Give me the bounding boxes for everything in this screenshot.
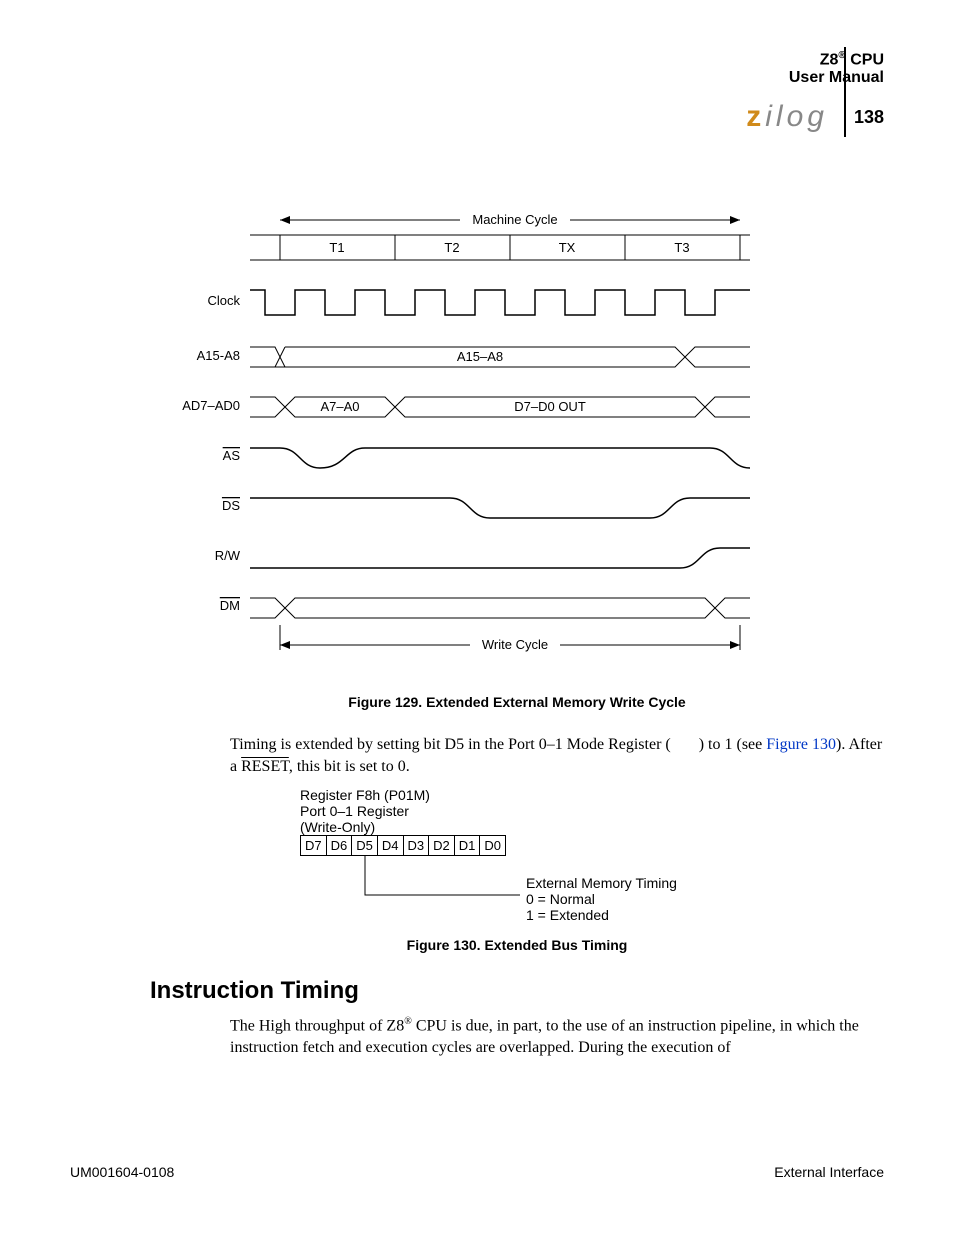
footer-left: UM001604-0108 [70, 1164, 174, 1180]
as-label: AS [223, 448, 241, 463]
desc-line2: 0 = Normal [526, 891, 677, 907]
reg-line3: (Write-Only) [300, 819, 884, 835]
para2-t1: The High throughput of Z8 [230, 1018, 404, 1035]
reg-line1: Register F8h (P01M) [300, 787, 884, 803]
ad-second-label: D7–D0 OUT [514, 399, 586, 414]
register-diagram: Register F8h (P01M) Port 0–1 Register (W… [300, 787, 884, 923]
ad7ad0-label: AD7–AD0 [182, 398, 240, 413]
bit-leader-line [300, 855, 530, 905]
footer-right: External Interface [774, 1164, 884, 1180]
timing-extended-paragraph: Timing is extended by setting bit D5 in … [230, 734, 884, 777]
product-prefix: Z8 [820, 51, 839, 68]
figure-129-caption: Figure 129. Extended External Memory Wri… [150, 694, 884, 710]
rw-label: R/W [215, 548, 241, 563]
section-heading: Instruction Timing [150, 977, 884, 1005]
machine-cycle-label: Machine Cycle [472, 212, 557, 227]
para1-t1: Timing is extended by setting bit D5 in … [230, 736, 671, 753]
header-divider [844, 47, 846, 137]
t2-label: T2 [444, 240, 459, 255]
para2-reg-mark: ® [404, 1016, 412, 1027]
bit-d3: D3 [403, 836, 429, 856]
t1-label: T1 [329, 240, 344, 255]
desc-line1: External Memory Timing [526, 875, 677, 891]
bit-table: D7 D6 D5 D4 D3 D2 D1 D0 [300, 835, 506, 856]
ad-first-label: A7–A0 [320, 399, 359, 414]
doc-subtitle: User Manual [746, 69, 884, 87]
product-suffix: CPU [846, 51, 884, 68]
a15a8-mid-label: A15–A8 [457, 349, 503, 364]
bit-d2: D2 [429, 836, 455, 856]
page-number: 138 [854, 107, 884, 128]
reg-description: External Memory Timing 0 = Normal 1 = Ex… [526, 875, 677, 923]
bit-d5: D5 [352, 836, 378, 856]
page: Z8® CPU User Manual zilog 138 Machine Cy… [0, 0, 954, 1235]
para1-t2: ) to 1 (see [699, 736, 767, 753]
desc-line3: 1 = Extended [526, 907, 677, 923]
bit-d0: D0 [480, 836, 506, 856]
reset-text: RESET [241, 758, 289, 775]
page-footer: UM001604-0108 External Interface [70, 1164, 884, 1180]
tx-label: TX [559, 240, 576, 255]
page-header: Z8® CPU User Manual zilog 138 [746, 50, 884, 137]
a15a8-label: A15-A8 [197, 348, 240, 363]
bit-d7: D7 [301, 836, 327, 856]
dm-label: DM [220, 598, 240, 613]
figure-130-caption: Figure 130. Extended Bus Timing [150, 937, 884, 953]
para1-gap [675, 736, 695, 753]
zilog-logo: zilog [746, 100, 836, 134]
content-area: Machine Cycle T1 T2 TX T3 Clock [150, 200, 884, 1069]
clock-label: Clock [207, 293, 240, 308]
product-title: Z8® CPU [746, 50, 884, 69]
logo-row: zilog 138 [746, 97, 884, 137]
reg-line2: Port 0–1 Register [300, 803, 884, 819]
bit-d6: D6 [326, 836, 352, 856]
figure-130-link[interactable]: Figure 130 [766, 736, 836, 753]
para1-t4: , this bit is set to 0. [289, 758, 410, 775]
timing-diagram: Machine Cycle T1 T2 TX T3 Clock [150, 200, 770, 680]
bit-d1: D1 [454, 836, 480, 856]
write-cycle-label: Write Cycle [482, 637, 548, 652]
ds-label: DS [222, 498, 240, 513]
bit-d4: D4 [377, 836, 403, 856]
t3-label: T3 [674, 240, 689, 255]
instruction-timing-paragraph: The High throughput of Z8® CPU is due, i… [230, 1015, 884, 1059]
